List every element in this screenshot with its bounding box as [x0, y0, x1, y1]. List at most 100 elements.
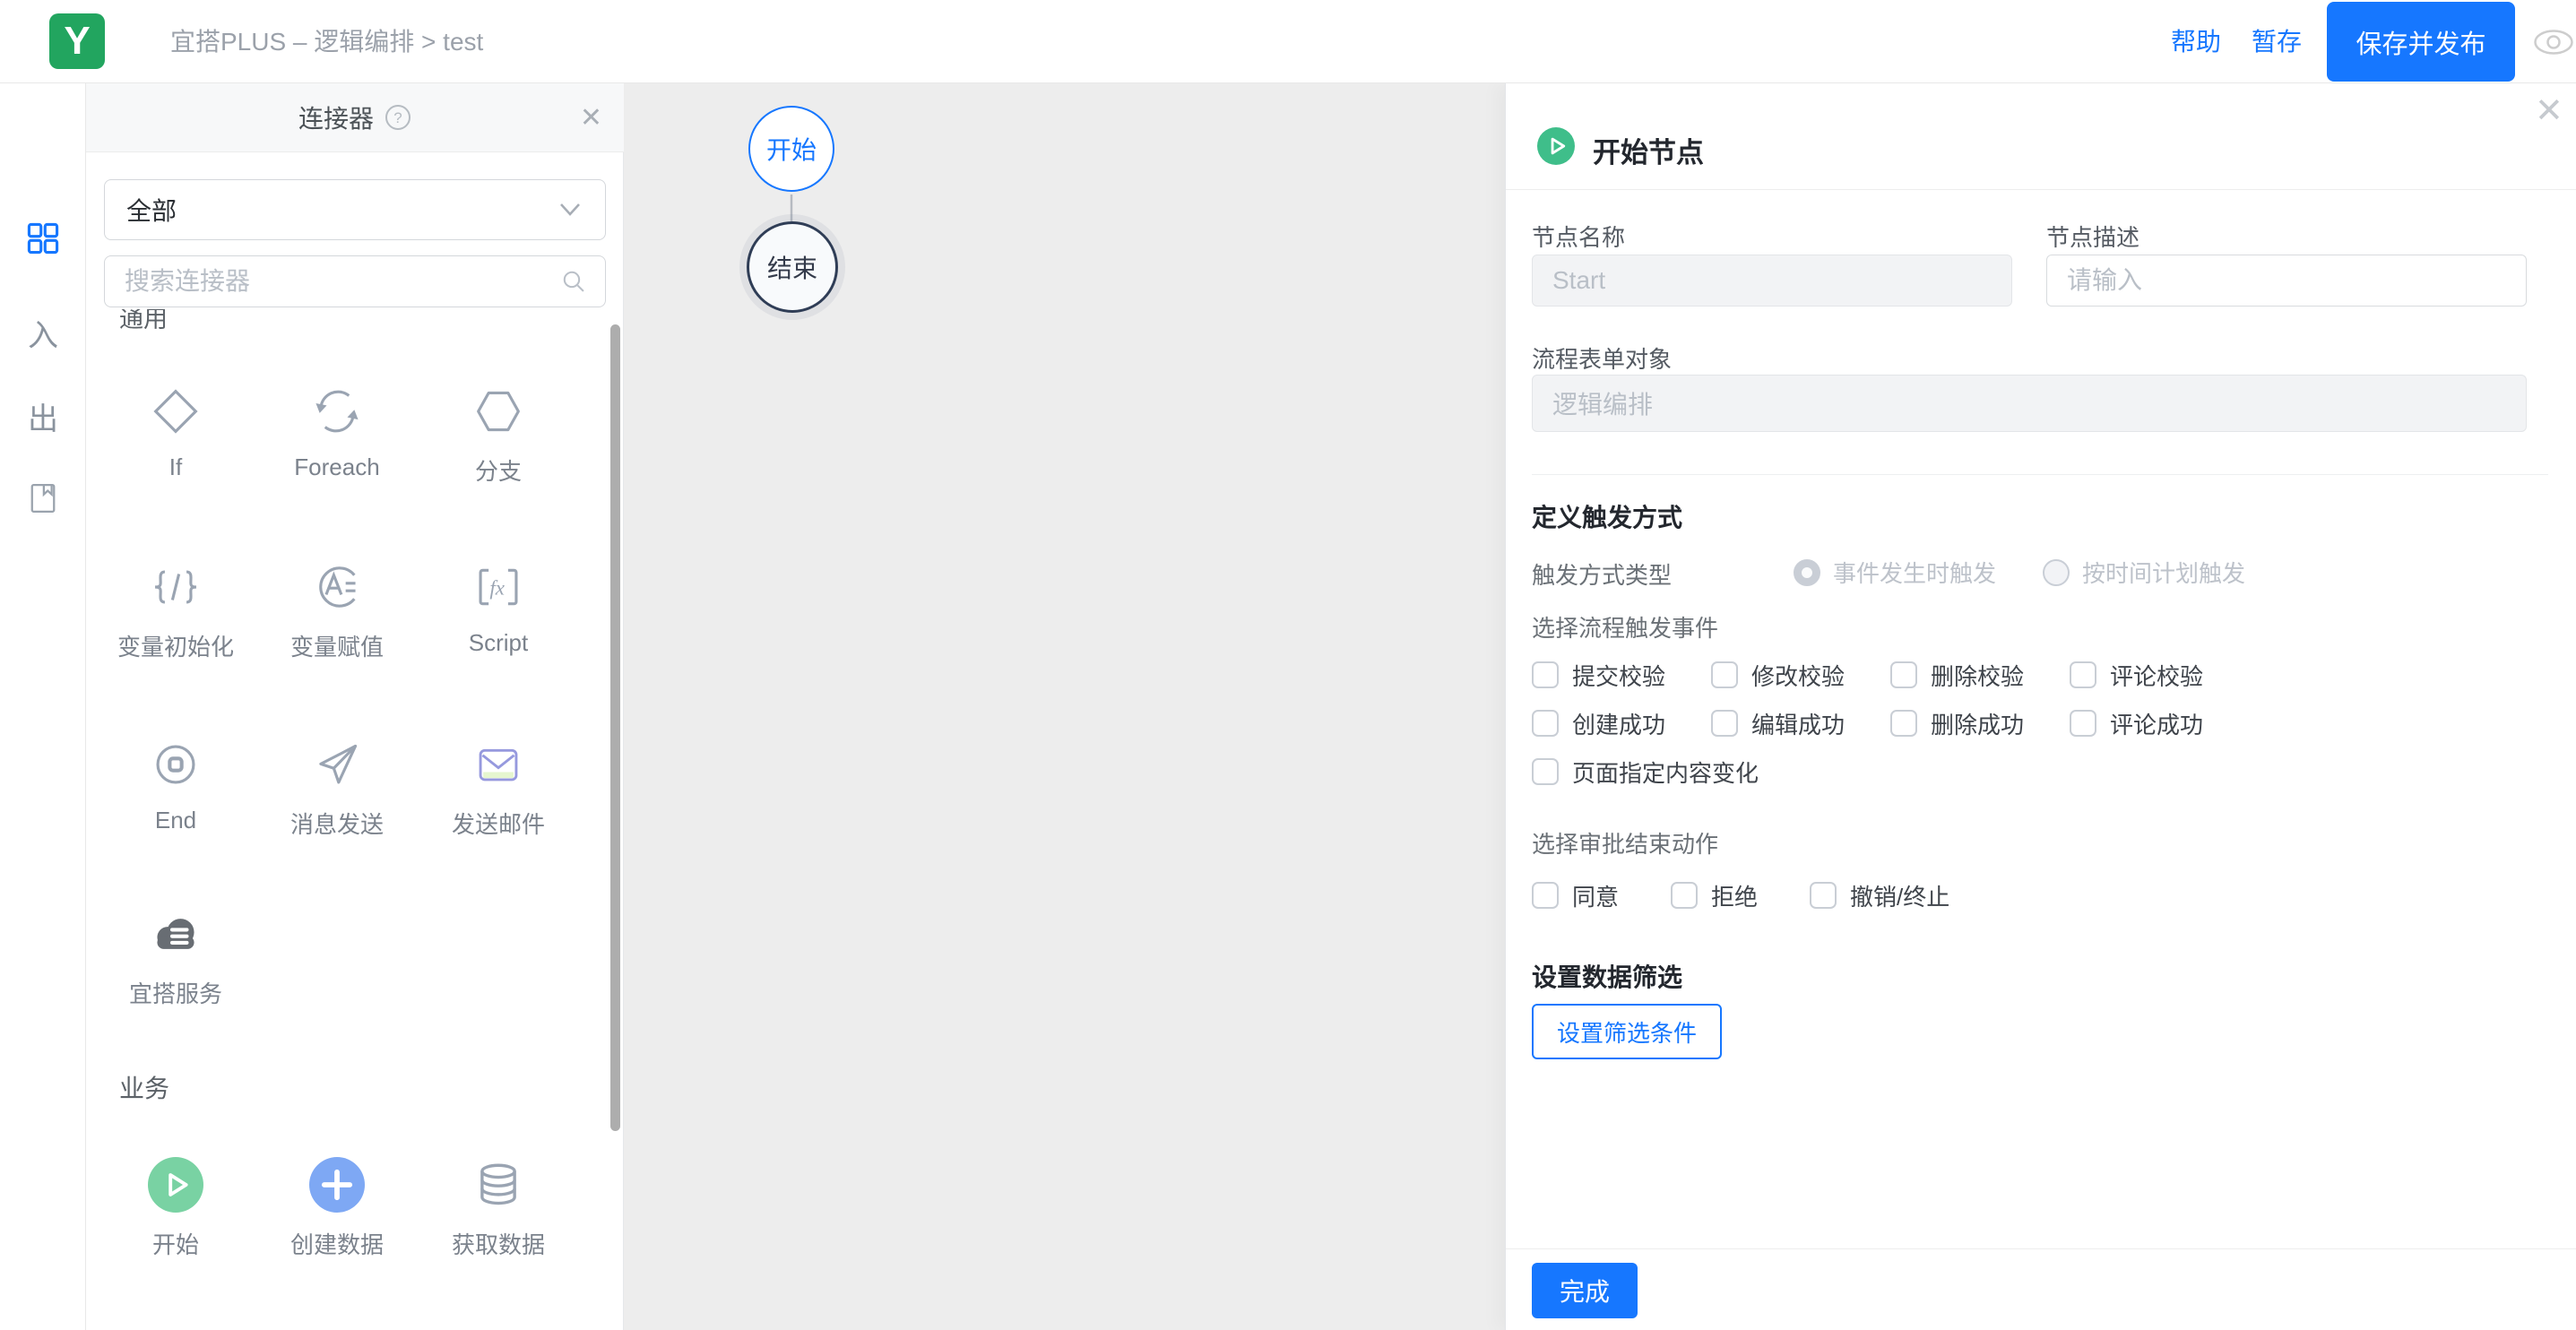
branch-hexagon-icon	[477, 391, 520, 432]
checkbox-delete-success[interactable]: 删除成功	[1890, 710, 2070, 738]
connector-item-if[interactable]: If	[95, 382, 256, 487]
form-object-label: 流程表单对象	[1532, 346, 1673, 373]
foreach-loop-icon	[316, 390, 359, 433]
connector-item-script[interactable]: fx Script	[418, 557, 579, 662]
svg-text:fx: fx	[489, 576, 505, 599]
rail-output-tab[interactable]: 出	[0, 396, 86, 436]
fx-script-icon: fx	[479, 568, 518, 606]
approval-options-group: 同意 拒绝 撤销/终止	[1532, 882, 2338, 911]
checkbox-icon	[1711, 661, 1738, 688]
radio-event-trigger: 事件发生时触发	[1794, 556, 1996, 589]
connector-row: If Foreach 分支	[95, 382, 579, 487]
help-circle-icon[interactable]: ?	[385, 104, 411, 131]
checkbox-comment-success[interactable]: 评论成功	[2070, 710, 2249, 738]
checkbox-icon	[1532, 882, 1559, 909]
checkbox-page-content-change[interactable]: 页面指定内容变化	[1532, 758, 1759, 787]
connector-item-send-mail[interactable]: 发送邮件	[418, 735, 579, 840]
checkbox-modify-validate[interactable]: 修改校验	[1711, 661, 1890, 690]
approval-label: 选择审批结束动作	[1532, 831, 1719, 858]
checkbox-icon	[1810, 882, 1837, 909]
checkbox-revoke-terminate[interactable]: 撤销/终止	[1810, 882, 1949, 911]
connector-item-yida-service[interactable]: 宜搭服务	[95, 904, 256, 1009]
events-label: 选择流程触发事件	[1532, 615, 1719, 642]
help-link[interactable]: 帮助	[2171, 0, 2221, 83]
assign-icon	[319, 566, 356, 608]
save-publish-button[interactable]: 保存并发布	[2327, 2, 2515, 82]
end-stop-icon	[156, 745, 195, 784]
checkbox-icon	[2070, 710, 2096, 737]
trigger-type-label: 触发方式类型	[1532, 562, 1673, 589]
checkbox-icon	[1671, 882, 1699, 909]
braces-icon	[154, 570, 197, 604]
node-desc-label: 节点描述	[2046, 224, 2140, 251]
category-dropdown[interactable]: 全部	[104, 179, 606, 240]
connector-panel-title: 连接器	[298, 105, 374, 133]
divider	[1532, 474, 2548, 475]
checkbox-create-success[interactable]: 创建成功	[1532, 710, 1711, 738]
form-object-input	[1532, 375, 2527, 432]
rail-notes-tab[interactable]	[0, 479, 86, 518]
checkbox-icon	[1890, 661, 1917, 688]
left-icon-rail: 入 出	[0, 83, 86, 1330]
connector-item-end[interactable]: End	[95, 735, 256, 840]
checkbox-icon	[2070, 661, 2096, 688]
connector-row: End 消息发送 发送邮件	[95, 735, 579, 840]
radio-selected-icon	[1794, 558, 1820, 586]
set-filter-button[interactable]: 设置筛选条件	[1532, 1004, 1722, 1059]
checkbox-icon	[1532, 758, 1559, 785]
checkbox-agree[interactable]: 同意	[1532, 882, 1619, 911]
trigger-heading: 定义触发方式	[1532, 504, 1683, 531]
connector-item-foreach[interactable]: Foreach	[256, 382, 418, 487]
connector-row: 变量初始化 变量赋值 fx Script	[95, 557, 579, 662]
connector-search-box	[104, 255, 606, 307]
start-node-play-icon	[1537, 127, 1575, 165]
section-business-title: 业务	[119, 1075, 170, 1102]
chevron-down-icon	[560, 203, 580, 216]
cloud-service-icon	[157, 919, 194, 949]
canvas-end-node[interactable]: 结束	[747, 221, 838, 313]
paper-plane-icon	[319, 744, 358, 784]
bookmark-icon	[30, 483, 56, 514]
connector-search-input[interactable]	[125, 267, 560, 296]
flow-canvas[interactable]: 开始 结束	[624, 83, 1505, 1330]
connector-item-create-data[interactable]: 创建数据	[256, 1155, 418, 1260]
checkbox-edit-success[interactable]: 编辑成功	[1711, 710, 1890, 738]
section-general-clipped: 通用	[119, 309, 168, 329]
node-name-input	[1532, 255, 2012, 307]
checkbox-submit-validate[interactable]: 提交校验	[1532, 661, 1711, 690]
connector-item-var-init[interactable]: 变量初始化	[95, 557, 256, 662]
checkbox-icon	[1890, 710, 1917, 737]
database-icon	[480, 1163, 516, 1205]
trigger-type-row: 触发方式类型 事件发生时触发 按时间计划触发	[1532, 556, 2527, 589]
plus-icon	[309, 1157, 365, 1213]
yida-logo-icon: Y	[49, 13, 105, 69]
top-bar: Y 宜搭PLUS – 逻辑编排 > test 帮助 暂存 保存并发布	[0, 0, 2576, 83]
checkbox-comment-validate[interactable]: 评论校验	[2070, 661, 2249, 690]
connector-row: 开始 创建数据 获取数据	[95, 1155, 579, 1260]
checkbox-reject[interactable]: 拒绝	[1671, 882, 1758, 911]
input-glyph-icon: 入	[28, 318, 58, 353]
inspector-close-icon[interactable]: ✕	[2535, 91, 2563, 131]
connector-scrollbar[interactable]	[610, 324, 620, 1131]
connector-item-start[interactable]: 开始	[95, 1155, 256, 1260]
checkbox-delete-validate[interactable]: 删除校验	[1890, 661, 2070, 690]
connector-panel-close-icon[interactable]: ✕	[580, 83, 602, 152]
preview-eye-icon[interactable]	[2533, 29, 2574, 56]
connector-item-branch[interactable]: 分支	[418, 382, 579, 487]
connector-item-var-assign[interactable]: 变量赋值	[256, 557, 418, 662]
connector-panel: 连接器 ? ✕ 全部 通用 If Foreach 分支	[86, 83, 624, 1330]
node-desc-input[interactable]	[2046, 255, 2527, 307]
if-diamond-icon	[153, 389, 198, 434]
done-button[interactable]: 完成	[1532, 1263, 1638, 1318]
event-options-group: 提交校验 修改校验 删除校验 评论校验 创建成功 编辑成功 删除成功 评论成功 …	[1532, 661, 2276, 807]
category-dropdown-value: 全部	[126, 197, 177, 225]
connector-item-message-send[interactable]: 消息发送	[256, 735, 418, 840]
canvas-start-node[interactable]: 开始	[748, 106, 834, 192]
breadcrumb: 宜搭PLUS – 逻辑编排 > test	[170, 28, 484, 56]
rail-input-tab[interactable]: 入	[0, 313, 86, 353]
start-node-inspector: ✕ 开始节点 节点名称 节点描述 流程表单对象 定义触发方式 触发方式类型 事件…	[1505, 83, 2576, 1330]
search-icon	[563, 271, 584, 292]
inspector-title: 开始节点	[1593, 137, 1704, 168]
save-draft-link[interactable]: 暂存	[2252, 0, 2302, 83]
connector-item-get-data[interactable]: 获取数据	[418, 1155, 579, 1260]
